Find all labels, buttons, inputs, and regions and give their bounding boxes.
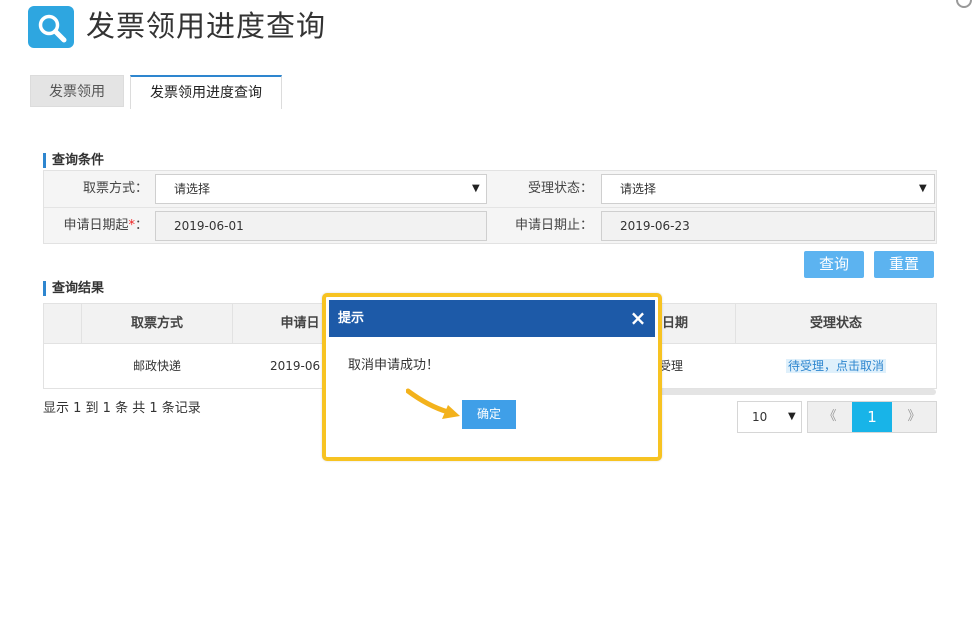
method-label: 取票方式：: [82, 181, 148, 196]
modal-message: 取消申请成功！: [348, 358, 440, 373]
close-icon[interactable]: ×: [628, 303, 648, 333]
records-summary: 显示 1 到 1 条 共 1 条记录: [43, 401, 201, 416]
status-label: 受理状态：: [527, 181, 593, 196]
page-title: 发票领用进度查询: [86, 9, 327, 43]
page-size-value: 10: [752, 410, 768, 424]
corner-icon: [956, 0, 972, 8]
method-select-value: 请选择: [174, 182, 211, 196]
caret-down-icon: ▼: [919, 183, 927, 194]
reset-button[interactable]: 重置: [874, 251, 934, 278]
column-header: 申请日: [280, 316, 320, 331]
cancel-link[interactable]: 待受理，点击取消: [785, 359, 886, 373]
form-divider: [44, 207, 936, 208]
search-button[interactable]: 查询: [804, 251, 864, 278]
modal-header: [329, 300, 655, 337]
date-start-field[interactable]: 2019-06-01: [155, 211, 487, 241]
row-accept-cell: 受理: [659, 359, 684, 373]
column-divider: [232, 304, 233, 344]
search-icon: [38, 14, 67, 43]
row-apply-date: 2019-06: [270, 359, 321, 373]
method-select[interactable]: 请选择: [155, 174, 487, 204]
status-select[interactable]: 请选择: [601, 174, 935, 204]
tab-progress-query[interactable]: 发票领用进度查询: [130, 75, 282, 109]
column-header: 取票方式: [130, 316, 183, 331]
caret-down-icon: ▼: [788, 411, 796, 422]
row-status-cell: 待受理，点击取消: [736, 356, 936, 376]
row-method: 邮政快递: [132, 359, 181, 373]
date-start-label: 申请日期起*：: [63, 218, 148, 233]
next-page-button[interactable]: 》: [892, 402, 936, 432]
prev-page-button[interactable]: 《: [808, 402, 852, 432]
result-section-title: 查询结果: [43, 281, 104, 296]
tab-invoice-apply[interactable]: 发票领用: [30, 75, 124, 107]
confirm-button[interactable]: 确定: [462, 400, 516, 429]
app-logo: [28, 6, 74, 48]
arrow-icon: [406, 388, 460, 419]
status-select-value: 请选择: [620, 182, 657, 196]
caret-down-icon: ▼: [472, 183, 480, 194]
date-end-value: 2019-06-23: [620, 219, 690, 233]
column-header: 受理状态: [809, 316, 862, 331]
horizontal-scrollbar[interactable]: [650, 389, 936, 395]
date-end-field[interactable]: 2019-06-23: [601, 211, 935, 241]
date-end-label: 申请日期止：: [514, 218, 593, 233]
modal-title: 提示: [338, 311, 365, 326]
query-section-title: 查询条件: [43, 153, 104, 168]
page-1-button[interactable]: 1: [852, 402, 892, 432]
date-start-value: 2019-06-01: [174, 219, 244, 233]
